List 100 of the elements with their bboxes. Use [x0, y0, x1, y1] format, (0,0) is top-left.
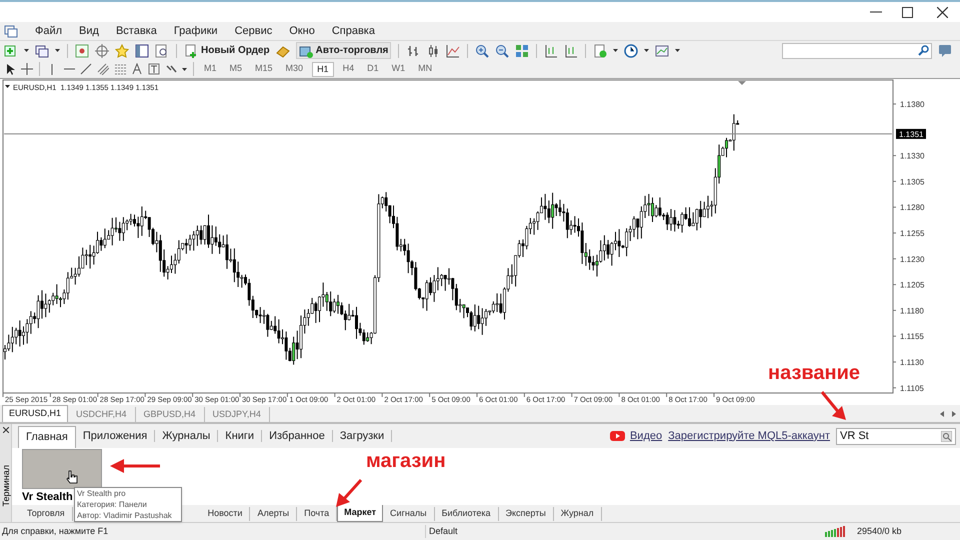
cursor-arrow-icon[interactable]: [4, 62, 16, 76]
terminal-tab[interactable]: Приложения: [76, 430, 156, 442]
indicator-add-icon[interactable]: [593, 44, 608, 58]
caret-icon[interactable]: [644, 49, 650, 52]
menu-item[interactable]: Сервис: [234, 22, 272, 40]
zoom-out-icon[interactable]: [495, 44, 510, 58]
timeframe-button[interactable]: H1: [312, 62, 334, 76]
caret-icon[interactable]: [24, 49, 29, 52]
bar-chart-icon[interactable]: [406, 44, 420, 58]
video-link[interactable]: Видео: [630, 428, 662, 444]
menu-item[interactable]: Вставка: [116, 22, 157, 40]
chart-tab[interactable]: USDCHF,H4: [68, 407, 136, 422]
maximize-icon[interactable]: [902, 6, 913, 18]
chart-tag-icon[interactable]: [75, 44, 89, 58]
tooltip-text: Vr Stealth pro: [77, 488, 127, 499]
menu-item[interactable]: Справка: [332, 22, 375, 40]
autoscroll-icon[interactable]: [544, 44, 558, 58]
market-search-field[interactable]: VR St: [836, 428, 956, 444]
close-icon[interactable]: [2, 427, 8, 433]
chart-tab[interactable]: USDJPY,H4: [204, 407, 270, 422]
scroll-right-icon[interactable]: [952, 411, 956, 417]
caret-icon[interactable]: [613, 49, 618, 52]
zoom-in-icon[interactable]: [475, 44, 490, 58]
terminal-tab[interactable]: Журналы: [155, 430, 218, 442]
caret-icon[interactable]: [675, 49, 680, 52]
register-link[interactable]: Зарегистрируйте MQL5-аккаунт: [668, 428, 830, 444]
text-tool-icon[interactable]: [131, 63, 143, 75]
auto-trading-button[interactable]: Авто-торговля: [296, 42, 392, 59]
video-icon[interactable]: [610, 431, 625, 441]
line-chart-icon[interactable]: [446, 44, 460, 58]
current-price-label: 1.1351: [896, 128, 926, 139]
timeframe-button[interactable]: W1: [388, 62, 410, 76]
timeframe-button[interactable]: M1: [200, 62, 221, 76]
scroll-left-icon[interactable]: [940, 411, 944, 417]
menu-item[interactable]: Окно: [289, 22, 315, 40]
panel-icon[interactable]: [135, 44, 149, 58]
shift-marker-icon[interactable]: [738, 81, 746, 85]
terminal-tab[interactable]: Книги: [218, 430, 262, 442]
tile-icon[interactable]: [515, 44, 530, 58]
terminal-bottom-tab[interactable]: Маркет: [337, 505, 384, 522]
clock-icon[interactable]: [624, 44, 638, 58]
price-axis-label: 1.1380: [900, 100, 924, 109]
text-label-icon[interactable]: [148, 63, 160, 75]
crosshair-icon[interactable]: [21, 63, 33, 75]
price-axis-label: 1.1105: [900, 384, 924, 393]
minimize-icon[interactable]: [870, 11, 882, 13]
search-icon[interactable]: [941, 430, 952, 442]
dropdown-triangle-icon[interactable]: [5, 85, 10, 88]
search-field[interactable]: [782, 42, 932, 58]
terminal-bottom-tab[interactable]: Сигналы: [383, 507, 435, 521]
terminal-bottom-tab[interactable]: Новости: [200, 507, 250, 521]
timeframe-button[interactable]: M5: [226, 62, 246, 76]
menu-item[interactable]: Файл: [35, 22, 62, 40]
star-icon[interactable]: [115, 44, 129, 58]
menu-item[interactable]: Графики: [174, 22, 218, 40]
caret-icon[interactable]: [182, 68, 187, 70]
chat-icon[interactable]: [938, 44, 952, 58]
price-axis-label: 1.1155: [900, 332, 924, 342]
terminal-tab[interactable]: Избранное: [262, 430, 333, 442]
terminal-bottom-tab[interactable]: Журнал: [554, 507, 602, 521]
tooltip-text: Категория: Панели: [77, 499, 148, 510]
price-axis-label: 1.1280: [900, 203, 924, 212]
caret-icon[interactable]: [55, 49, 60, 52]
ingot-icon[interactable]: [276, 44, 290, 58]
chart-tab[interactable]: EURUSD,H1: [2, 405, 68, 422]
timeframe-button[interactable]: MN: [414, 62, 436, 76]
terminal-bottom-tab[interactable]: Эксперты: [498, 507, 554, 521]
chart-tab[interactable]: GBPUSD,H4: [136, 407, 205, 422]
close-icon[interactable]: [937, 6, 948, 18]
price-axis-label: 1.1130: [900, 358, 924, 367]
product-title[interactable]: Vr Stealth: [22, 488, 73, 505]
timeframe-button[interactable]: D1: [363, 62, 383, 76]
shapes-icon[interactable]: [165, 63, 177, 75]
document-plus-icon[interactable]: [184, 44, 198, 58]
terminal-bottom-tab[interactable]: Библиотека: [434, 507, 498, 521]
chart-shift-icon[interactable]: [564, 44, 578, 58]
crosshair-icon[interactable]: [95, 44, 109, 58]
timeframe-button[interactable]: M30: [282, 62, 308, 76]
arrow-icon: [820, 390, 848, 422]
new-order-button[interactable]: Новый Ордер: [184, 43, 270, 58]
template-icon[interactable]: [655, 44, 670, 58]
terminal-tab[interactable]: Загрузки: [332, 430, 392, 442]
search-icon[interactable]: [918, 45, 929, 56]
windows-icon[interactable]: [35, 44, 49, 58]
window-icon[interactable]: [4, 24, 18, 38]
terminal-bottom-tab[interactable]: Алерты: [250, 507, 298, 521]
robot-icon[interactable]: [298, 44, 313, 58]
trend-line-icon[interactable]: [80, 63, 92, 75]
price-axis-label: 1.1330: [900, 152, 924, 161]
candlestick-icon[interactable]: [426, 44, 440, 58]
timeframe-button[interactable]: M15: [251, 62, 277, 76]
product-thumbnail[interactable]: [22, 449, 102, 488]
add-chart-icon[interactable]: [4, 44, 18, 58]
document-zoom-icon[interactable]: [155, 44, 169, 58]
terminal-tab[interactable]: Главная: [18, 426, 76, 448]
menu-item[interactable]: Вид: [79, 22, 99, 40]
channel-lines-icon[interactable]: [97, 63, 109, 75]
fibonacci-icon[interactable]: [114, 63, 126, 75]
terminal-bottom-tab[interactable]: Торговля: [20, 507, 73, 521]
timeframe-button[interactable]: H4: [338, 62, 358, 76]
